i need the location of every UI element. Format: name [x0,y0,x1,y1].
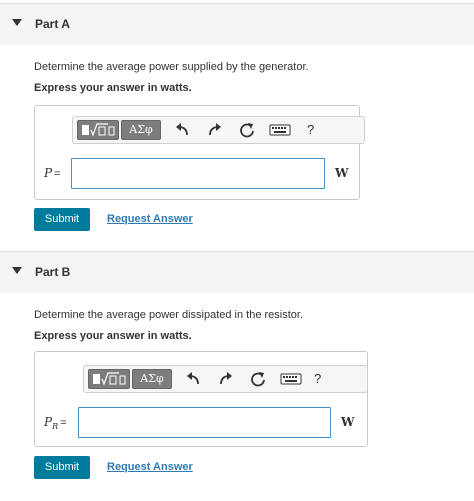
part-a-request-answer-link[interactable]: Request Answer [107,213,193,225]
part-a-header[interactable]: Part A [0,3,474,45]
help-button[interactable]: ? [307,122,314,137]
templates-icon [82,123,115,137]
part-a-submit-button[interactable]: Submit [34,208,90,231]
templates-icon [93,372,126,386]
part-b-instruction: Express your answer in watts. [34,330,192,342]
part-b-request-answer-link[interactable]: Request Answer [107,461,193,473]
greek-symbols-button[interactable]: ΑΣφ [121,120,161,140]
part-b-answer-input[interactable] [78,407,331,438]
equals-sign: = [54,168,61,180]
redo-icon[interactable] [217,370,235,388]
undo-icon[interactable] [173,121,191,139]
part-a-answer-input[interactable] [71,158,325,189]
greek-symbols-button[interactable]: ΑΣφ [132,369,172,389]
variable-symbol: P [44,415,53,429]
part-b-question: Determine the average power dissipated i… [34,309,304,321]
part-b-answer-box: ΑΣφ ? PR = W [34,351,368,447]
collapse-triangle-icon[interactable] [12,267,22,274]
reset-icon[interactable] [249,370,267,388]
part-a-math-toolbar: ΑΣφ ? [72,116,365,144]
part-b-header[interactable]: Part B [0,251,474,293]
part-b-unit: W [341,415,355,429]
part-a-question: Determine the average power supplied by … [34,61,309,73]
reset-icon[interactable] [238,121,256,139]
keyboard-icon[interactable] [280,370,302,388]
redo-icon[interactable] [206,121,224,139]
part-b-variable-label: PR = [44,415,67,431]
part-a-unit: W [335,166,349,180]
part-b-title: Part B [35,265,71,279]
part-a-instruction: Express your answer in watts. [34,82,192,94]
variable-subscript: R [52,422,59,431]
keyboard-icon[interactable] [269,121,291,139]
templates-button[interactable] [88,369,130,389]
templates-button[interactable] [77,120,119,140]
part-b-math-toolbar: ΑΣφ ? [83,365,368,393]
part-a-answer-box: ΑΣφ ? P = W [34,105,365,200]
help-button[interactable]: ? [314,371,321,386]
part-a-variable-label: P = [44,166,61,180]
equals-sign: = [60,417,67,429]
part-a-title: Part A [35,17,70,31]
part-b-submit-button[interactable]: Submit [34,456,90,479]
variable-symbol: P [44,166,53,180]
collapse-triangle-icon[interactable] [12,19,22,26]
undo-icon[interactable] [184,370,202,388]
